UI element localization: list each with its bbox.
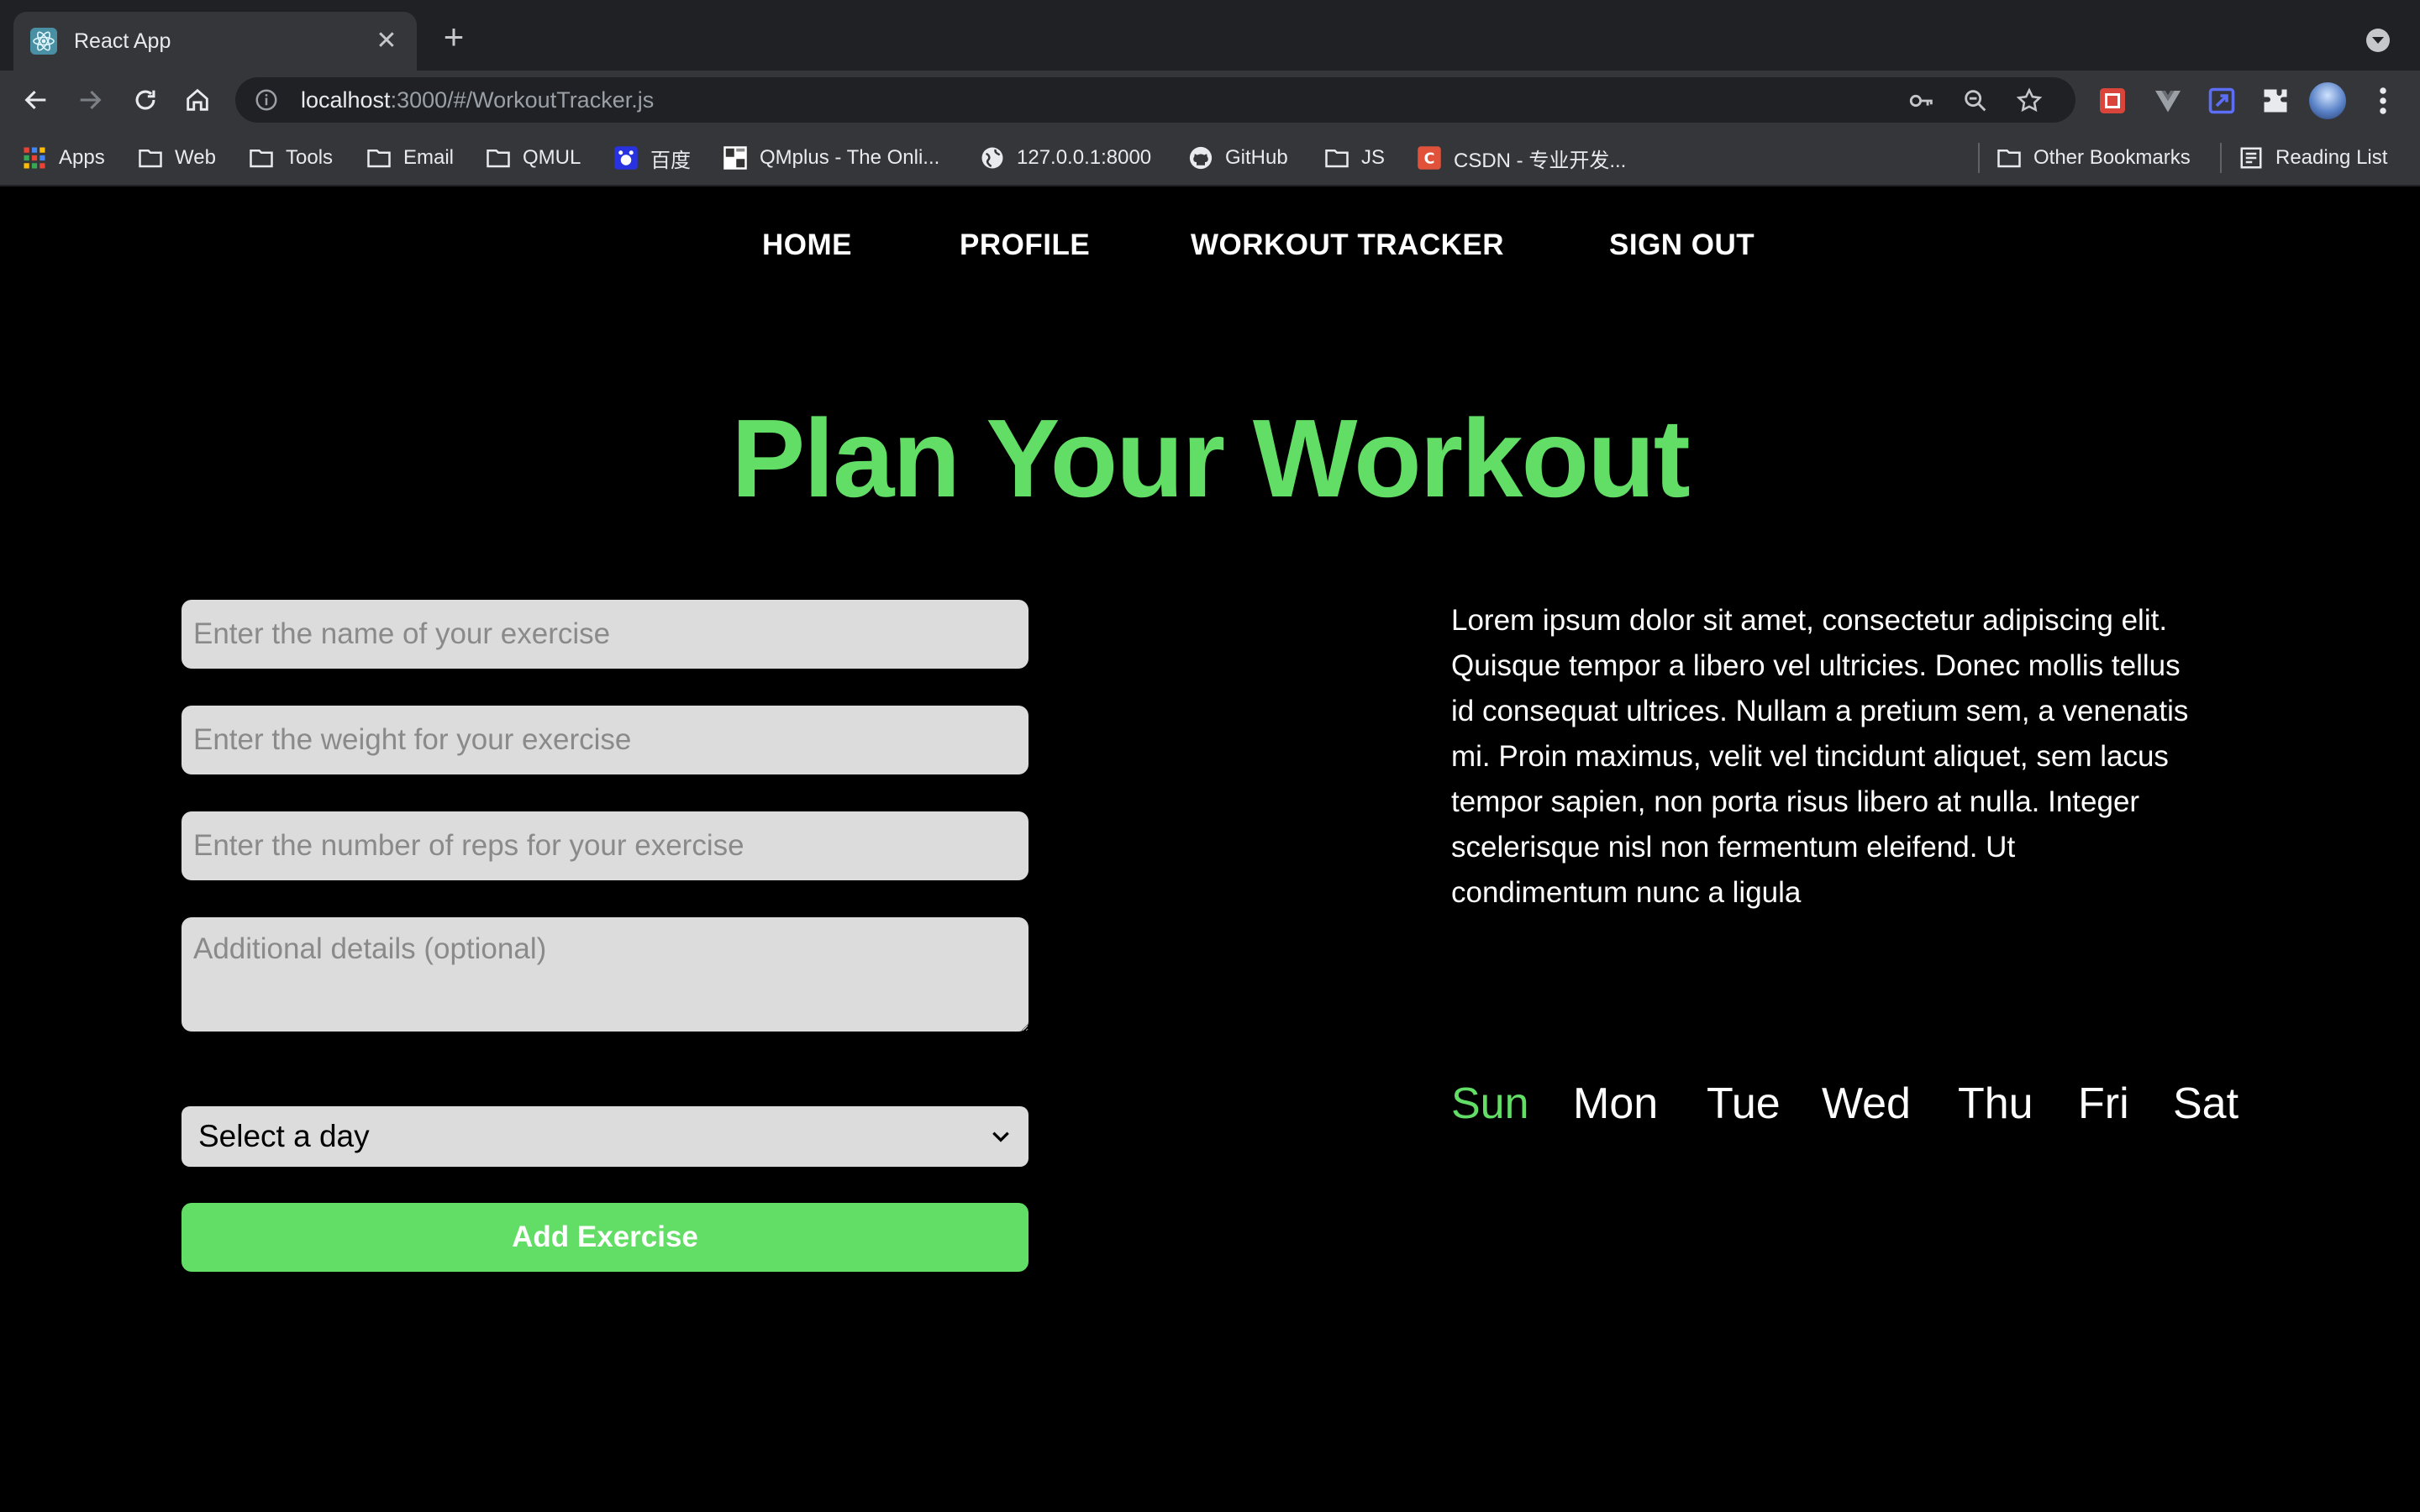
key-icon[interactable] [1907,87,1936,115]
home-icon [187,88,208,111]
back-arrow-icon [24,90,46,110]
chevron-down-icon [992,1131,1009,1142]
reading-list-icon [2240,147,2262,169]
day-tab-wed[interactable]: Wed [1822,1079,1911,1129]
github-icon [1189,146,1213,170]
new-tab-icon[interactable]: + [437,19,471,55]
bookmark-localhost[interactable]: 127.0.0.1:8000 [980,143,1151,173]
day-tab-mon[interactable]: Mon [1573,1079,1658,1129]
apps-grid-icon [24,147,45,169]
browser-tab[interactable]: React App ✕ [13,12,417,71]
tab-title: React App [74,29,171,53]
add-exercise-button[interactable]: Add Exercise [182,1203,1028,1272]
bookmark-label: Other Bookmarks [2033,146,2191,169]
bookmark-label: JS [1361,146,1386,169]
reload-button[interactable] [126,81,165,119]
bookmark-label: Email [403,146,455,169]
bookmark-github[interactable]: GitHub [1188,143,1288,173]
nav-workout-tracker-link[interactable]: WORKOUT TRACKER [1191,228,1504,262]
page-title: Plan Your Workout [731,396,1690,520]
extensions-puzzle-icon[interactable] [2260,86,2291,116]
bookmark-label: CSDN - 专业开发... [1454,149,1627,172]
browser-menu-icon[interactable] [2375,86,2391,116]
site-info-icon[interactable] [254,87,279,113]
exercise-reps-input[interactable] [182,811,1028,880]
day-tab-tue[interactable]: Tue [1707,1079,1781,1129]
day-tab-sun[interactable]: Sun [1451,1079,1529,1129]
description-text: Lorem ipsum dolor sit amet, consectetur … [1451,604,2189,909]
bookmarks-bar: Apps Web Tools Email QMUL 百度 QMplus - Th… [0,129,2420,186]
vue-devtools-icon[interactable] [2153,86,2183,116]
extension-red-icon[interactable] [2097,86,2128,116]
bookmark-qmplus[interactable]: QMplus - The Onli... [723,143,939,173]
bookmark-other[interactable]: Other Bookmarks [1996,143,2191,173]
day-select[interactable]: Select a day [182,1106,1028,1167]
bookmark-email[interactable]: Email [366,143,454,173]
bookmark-web[interactable]: Web [138,143,216,173]
bookmark-baidu[interactable]: 百度 [613,143,691,173]
day-tab-fri[interactable]: Fri [2078,1079,2129,1129]
folder-icon [1997,150,2021,168]
day-select-value: Select a day [198,1119,370,1153]
reload-icon [135,90,155,110]
exercise-details-textarea[interactable] [182,917,1028,1032]
browser-tab-bar: React App ✕ + [0,0,2420,71]
forward-arrow-icon [80,90,102,110]
bookmark-tools[interactable]: Tools [249,143,333,173]
url-host: localhost [301,87,391,113]
folder-icon [1325,150,1349,168]
extension-blue-icon[interactable] [2207,86,2237,116]
folder-icon [250,150,273,168]
forward-button[interactable] [71,81,109,119]
address-bar[interactable]: localhost:3000/#/WorkoutTracker.js [235,77,2075,123]
profile-avatar[interactable] [2309,82,2346,119]
bookmark-label: QMplus - The Onli... [760,146,940,169]
bookmarks-divider [1978,143,1980,173]
url-path: :3000/#/WorkoutTracker.js [390,87,655,113]
tab-search-icon[interactable] [2366,29,2390,52]
bookmarks-divider [2220,143,2222,173]
bookmark-apps[interactable]: Apps [22,143,105,173]
bookmark-reading-list[interactable]: Reading List [2238,143,2387,173]
bookmark-label: Tools [286,146,334,169]
exercise-weight-input[interactable] [182,706,1028,774]
bookmark-label: 百度 [650,149,691,172]
folder-icon [487,150,510,168]
browser-toolbar: localhost:3000/#/WorkoutTracker.js [0,71,2420,129]
nav-home-link[interactable]: HOME [762,228,852,262]
day-tab-sat[interactable]: Sat [2173,1079,2238,1129]
folder-icon [367,150,391,168]
bookmark-label: Web [175,146,216,169]
bookmark-csdn[interactable]: C CSDN - 专业开发... [1417,143,1626,173]
bookmark-label: Apps [59,146,105,169]
bookmark-label: Reading List [2275,146,2388,169]
bookmark-js[interactable]: JS [1324,143,1385,173]
close-tab-icon[interactable]: ✕ [373,28,400,55]
day-tab-thu[interactable]: Thu [1958,1079,2033,1129]
csdn-icon: C [1418,146,1441,170]
bookmark-label: GitHub [1225,146,1288,169]
bookmark-star-icon[interactable] [2015,87,2044,115]
nav-profile-link[interactable]: PROFILE [960,228,1090,262]
home-button[interactable] [178,81,217,119]
svg-text:C: C [1424,150,1435,167]
page-content: HOME PROFILE WORKOUT TRACKER SIGN OUT Pl… [0,186,2420,1512]
bookmark-qmul[interactable]: QMUL [486,143,581,173]
exercise-name-input[interactable] [182,600,1028,669]
react-icon [30,28,57,55]
nav-sign-out-link[interactable]: SIGN OUT [1609,228,1754,262]
zoom-icon[interactable] [1961,87,1990,115]
bookmark-label: 127.0.0.1:8000 [1017,146,1152,169]
qmplus-icon [723,146,747,170]
globe-icon [981,147,1003,169]
baidu-icon [614,146,638,170]
folder-icon [139,150,162,168]
bookmark-label: QMUL [523,146,581,169]
back-button[interactable] [17,81,55,119]
